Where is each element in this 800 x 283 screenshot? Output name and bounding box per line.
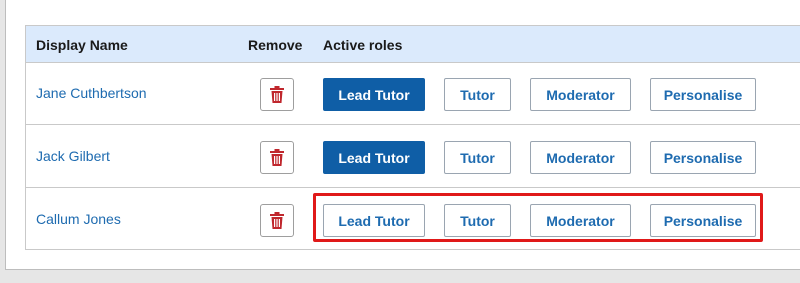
role-moderator-button[interactable]: Moderator: [530, 141, 631, 174]
role-lead-tutor-button[interactable]: Lead Tutor: [323, 141, 425, 174]
user-name-link[interactable]: Jane Cuthbertson: [36, 85, 147, 101]
trash-icon: [270, 212, 284, 229]
table-row: Jack Gilbert Lead Tutor Tutor Moderator …: [26, 126, 800, 188]
user-name-link[interactable]: Callum Jones: [36, 211, 121, 227]
role-tutor-button[interactable]: Tutor: [444, 141, 511, 174]
remove-user-button[interactable]: [260, 141, 294, 174]
role-personalise-button[interactable]: Personalise: [650, 141, 756, 174]
remove-user-button[interactable]: [260, 78, 294, 111]
role-tutor-button[interactable]: Tutor: [444, 78, 511, 111]
header-remove: Remove: [248, 37, 303, 53]
table-header: Display Name Remove Active roles: [26, 26, 800, 63]
remove-user-button[interactable]: [260, 204, 294, 237]
role-moderator-button[interactable]: Moderator: [530, 78, 631, 111]
role-tutor-button[interactable]: Tutor: [444, 204, 511, 237]
table-row: Callum Jones Lead Tutor Tutor Moderator …: [26, 189, 800, 251]
user-name-link[interactable]: Jack Gilbert: [36, 148, 110, 164]
role-personalise-button[interactable]: Personalise: [650, 204, 756, 237]
user-roles-table: Display Name Remove Active roles Jane Cu…: [25, 25, 800, 250]
trash-icon: [270, 86, 284, 103]
trash-icon: [270, 149, 284, 166]
header-active-roles: Active roles: [323, 37, 403, 53]
header-display-name: Display Name: [36, 37, 128, 53]
role-lead-tutor-button[interactable]: Lead Tutor: [323, 204, 425, 237]
role-moderator-button[interactable]: Moderator: [530, 204, 631, 237]
role-personalise-button[interactable]: Personalise: [650, 78, 756, 111]
role-lead-tutor-button[interactable]: Lead Tutor: [323, 78, 425, 111]
table-row: Jane Cuthbertson Lead Tutor Tutor Modera…: [26, 63, 800, 125]
